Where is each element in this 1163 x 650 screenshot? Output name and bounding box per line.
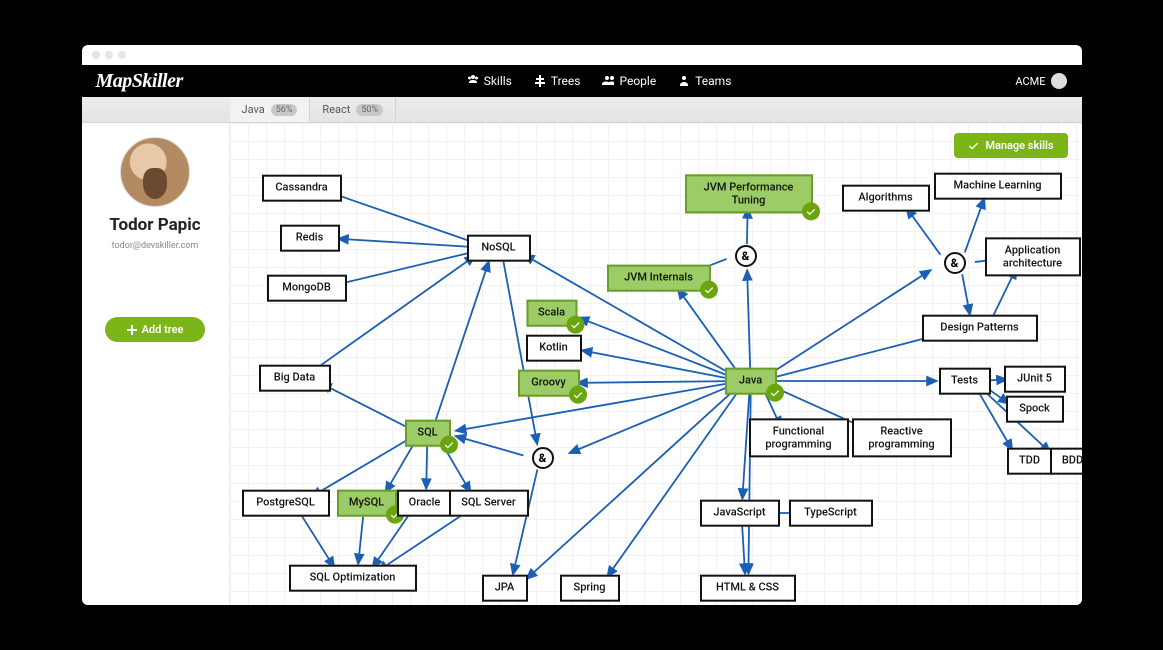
skill-tree-canvas[interactable]: Cassandra Redis MongoDB NoSQL Big Data SQL Pos… <box>230 123 1082 605</box>
check-badge-icon <box>569 385 587 403</box>
skills-icon <box>467 75 479 87</box>
edge <box>512 470 537 575</box>
skill-node-mysql[interactable]: MySQL <box>337 490 397 517</box>
and-junction: & <box>735 245 757 267</box>
edge <box>426 445 427 489</box>
avatar-icon <box>1051 73 1067 89</box>
skill-node-reactprog[interactable]: Reactiveprogramming <box>852 418 952 457</box>
skill-node-tests[interactable]: Tests <box>939 368 991 395</box>
edge <box>526 389 735 579</box>
and-junction: & <box>532 447 554 469</box>
skill-node-typescript[interactable]: TypeScript <box>789 500 873 527</box>
tab-react[interactable]: React50% <box>310 97 396 122</box>
skill-node-sqlopt[interactable]: SQL Optimization <box>289 565 417 592</box>
user-email: todor@devskiller.com <box>112 241 199 251</box>
edge <box>328 192 479 244</box>
tree-tabs: Java56%React50% <box>82 97 1082 123</box>
edge <box>358 515 363 564</box>
check-badge-icon <box>700 280 718 298</box>
nav-trees[interactable]: Trees <box>534 74 581 88</box>
check-badge-icon <box>766 383 784 401</box>
skill-node-junit[interactable]: JUnit 5 <box>1004 366 1066 393</box>
skill-node-algorithms[interactable]: Algorithms <box>842 185 930 212</box>
edge <box>906 208 940 255</box>
teams-icon <box>678 75 690 87</box>
skill-node-jvmperf[interactable]: JVM PerformanceTuning <box>685 174 813 213</box>
skill-node-postgresql[interactable]: PostgreSQL <box>242 490 330 517</box>
user-name: Todor Papic <box>109 215 200 235</box>
skill-node-mongodb[interactable]: MongoDB <box>267 275 347 302</box>
tenant-switcher[interactable]: ACME <box>1015 73 1067 89</box>
nav-people[interactable]: People <box>602 74 656 88</box>
skill-node-designpat[interactable]: Design Patterns <box>922 315 1038 342</box>
skill-node-jvmint[interactable]: JVM Internals <box>607 265 711 292</box>
edge <box>742 525 745 574</box>
tenant-name: ACME <box>1015 75 1045 88</box>
skill-node-oracle[interactable]: Oracle <box>397 490 453 517</box>
edge <box>964 198 984 252</box>
skill-node-spring[interactable]: Spring <box>560 575 620 602</box>
skill-node-scala[interactable]: Scala <box>526 300 577 327</box>
people-icon <box>602 75 614 87</box>
skill-node-javascript[interactable]: JavaScript <box>700 500 780 527</box>
edge <box>311 256 475 372</box>
skill-node-htmlcss[interactable]: HTML & CSS <box>700 575 796 602</box>
check-badge-icon <box>566 315 584 333</box>
edge <box>435 261 489 422</box>
skill-node-cassandra[interactable]: Cassandra <box>262 175 342 202</box>
skill-node-jpa[interactable]: JPA <box>482 575 528 602</box>
and-junction: & <box>944 252 966 274</box>
edge <box>569 385 732 453</box>
trees-icon <box>534 75 546 87</box>
skill-node-funprog[interactable]: Functionalprogramming <box>749 418 849 457</box>
nav-teams[interactable]: Teams <box>678 74 731 88</box>
manage-skills-button[interactable]: Manage skills <box>954 133 1067 158</box>
sidebar: Todor Papic todor@devskiller.com Add tre… <box>82 123 230 605</box>
canvas-wrap: Manage skills Cassandra Redis MongoDB NoSQL… <box>230 123 1082 605</box>
edge <box>311 438 410 497</box>
tab-java[interactable]: Java56% <box>230 97 311 122</box>
edge <box>337 239 478 248</box>
skill-node-spock[interactable]: Spock <box>1006 396 1064 423</box>
skill-node-sqlserver[interactable]: SQL Server <box>449 490 529 517</box>
nav-skills[interactable]: Skills <box>467 74 512 88</box>
skill-node-groovy[interactable]: Groovy <box>518 370 580 397</box>
tab-pct-badge: 50% <box>356 104 383 116</box>
app-window: MapSkiller Skills Trees People Teams ACME J… <box>82 45 1082 605</box>
skill-node-java[interactable]: Java <box>725 368 777 395</box>
plus-icon <box>127 325 137 335</box>
edge <box>578 318 732 378</box>
edge <box>768 270 930 375</box>
check-icon <box>968 140 979 151</box>
edge <box>581 350 731 379</box>
skill-node-redis[interactable]: Redis <box>280 225 340 252</box>
app-logo[interactable]: MapSkiller <box>96 70 183 93</box>
skill-node-bdd[interactable]: BDD <box>1050 448 1082 475</box>
main-nav: Skills Trees People Teams <box>467 74 732 88</box>
edge <box>576 381 730 383</box>
check-badge-icon <box>440 435 458 453</box>
edge <box>455 436 523 455</box>
edge <box>320 383 409 428</box>
skill-node-bigdata[interactable]: Big Data <box>259 365 331 392</box>
topbar: MapSkiller Skills Trees People Teams ACME <box>82 65 1082 97</box>
add-tree-button[interactable]: Add tree <box>105 317 206 342</box>
window-controls <box>92 51 126 59</box>
edge <box>607 390 739 576</box>
edge <box>299 512 334 568</box>
user-avatar[interactable] <box>120 137 190 207</box>
tab-pct-badge: 56% <box>271 104 298 116</box>
skill-node-sql[interactable]: SQL <box>405 420 451 447</box>
edge <box>962 274 970 315</box>
skill-node-kotlin[interactable]: Kotlin <box>526 335 582 362</box>
skill-node-nosql[interactable]: NoSQL <box>467 235 531 262</box>
edge <box>747 270 750 369</box>
edge <box>455 383 731 431</box>
skill-node-tdd[interactable]: TDD <box>1007 448 1053 475</box>
skill-node-apparch[interactable]: Applicationarchitecture <box>985 237 1081 276</box>
content: Todor Papic todor@devskiller.com Add tre… <box>82 123 1082 605</box>
skill-node-ml[interactable]: Machine Learning <box>934 173 1062 200</box>
